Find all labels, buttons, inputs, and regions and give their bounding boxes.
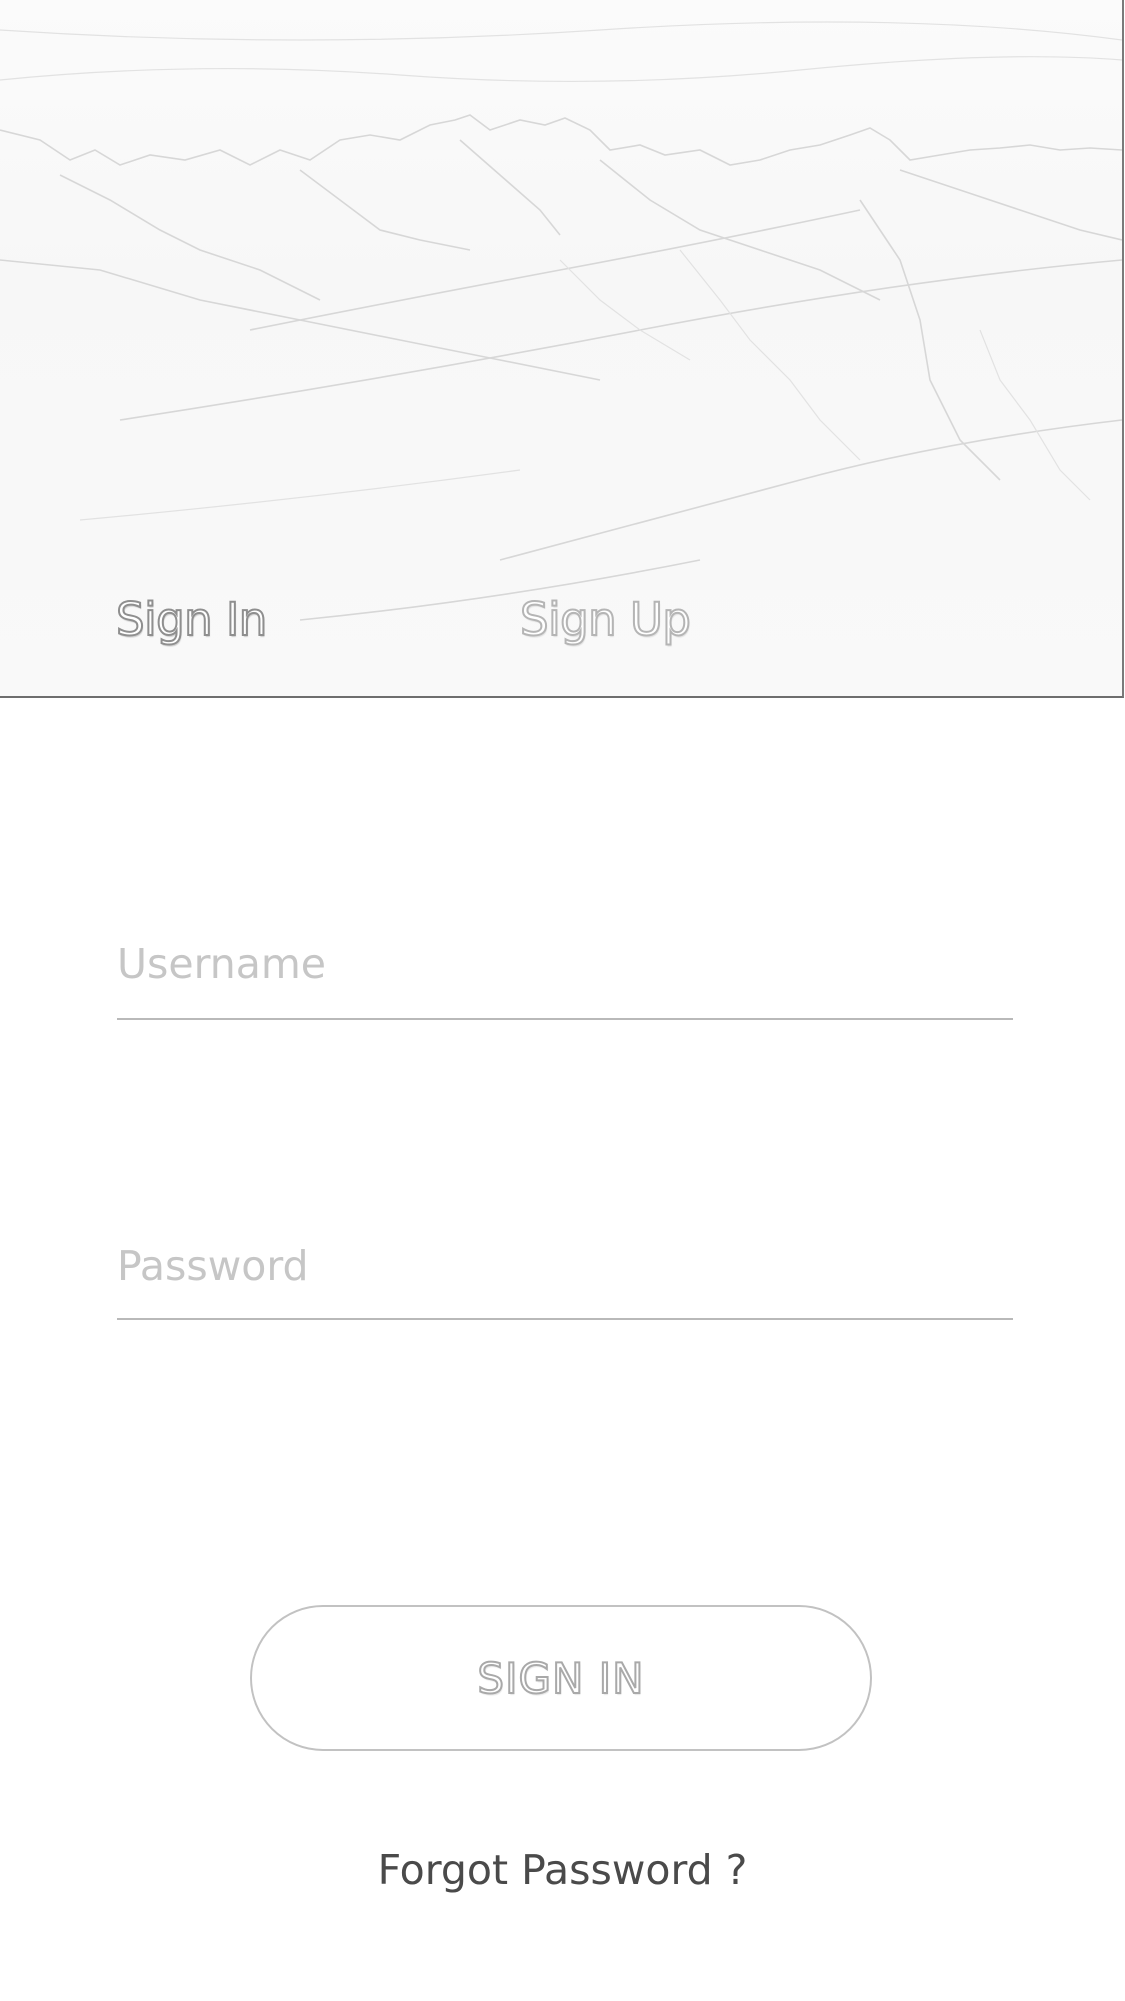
header-hero: Sign In Sign Up: [0, 0, 1124, 698]
sign-in-button[interactable]: SIGN IN: [250, 1605, 872, 1751]
sign-in-screen: Sign In Sign Up SIGN IN Forgot Password …: [0, 0, 1125, 2001]
tab-sign-up[interactable]: Sign Up: [519, 592, 692, 648]
password-input[interactable]: [117, 1242, 1013, 1302]
sign-in-button-label: SIGN IN: [476, 1653, 645, 1704]
tab-sign-in[interactable]: Sign In: [115, 592, 268, 648]
password-field-container: [117, 1242, 1013, 1320]
username-input[interactable]: [117, 940, 1013, 1000]
username-field-container: [117, 940, 1013, 1020]
forgot-password-link[interactable]: Forgot Password ?: [0, 1846, 1125, 1894]
